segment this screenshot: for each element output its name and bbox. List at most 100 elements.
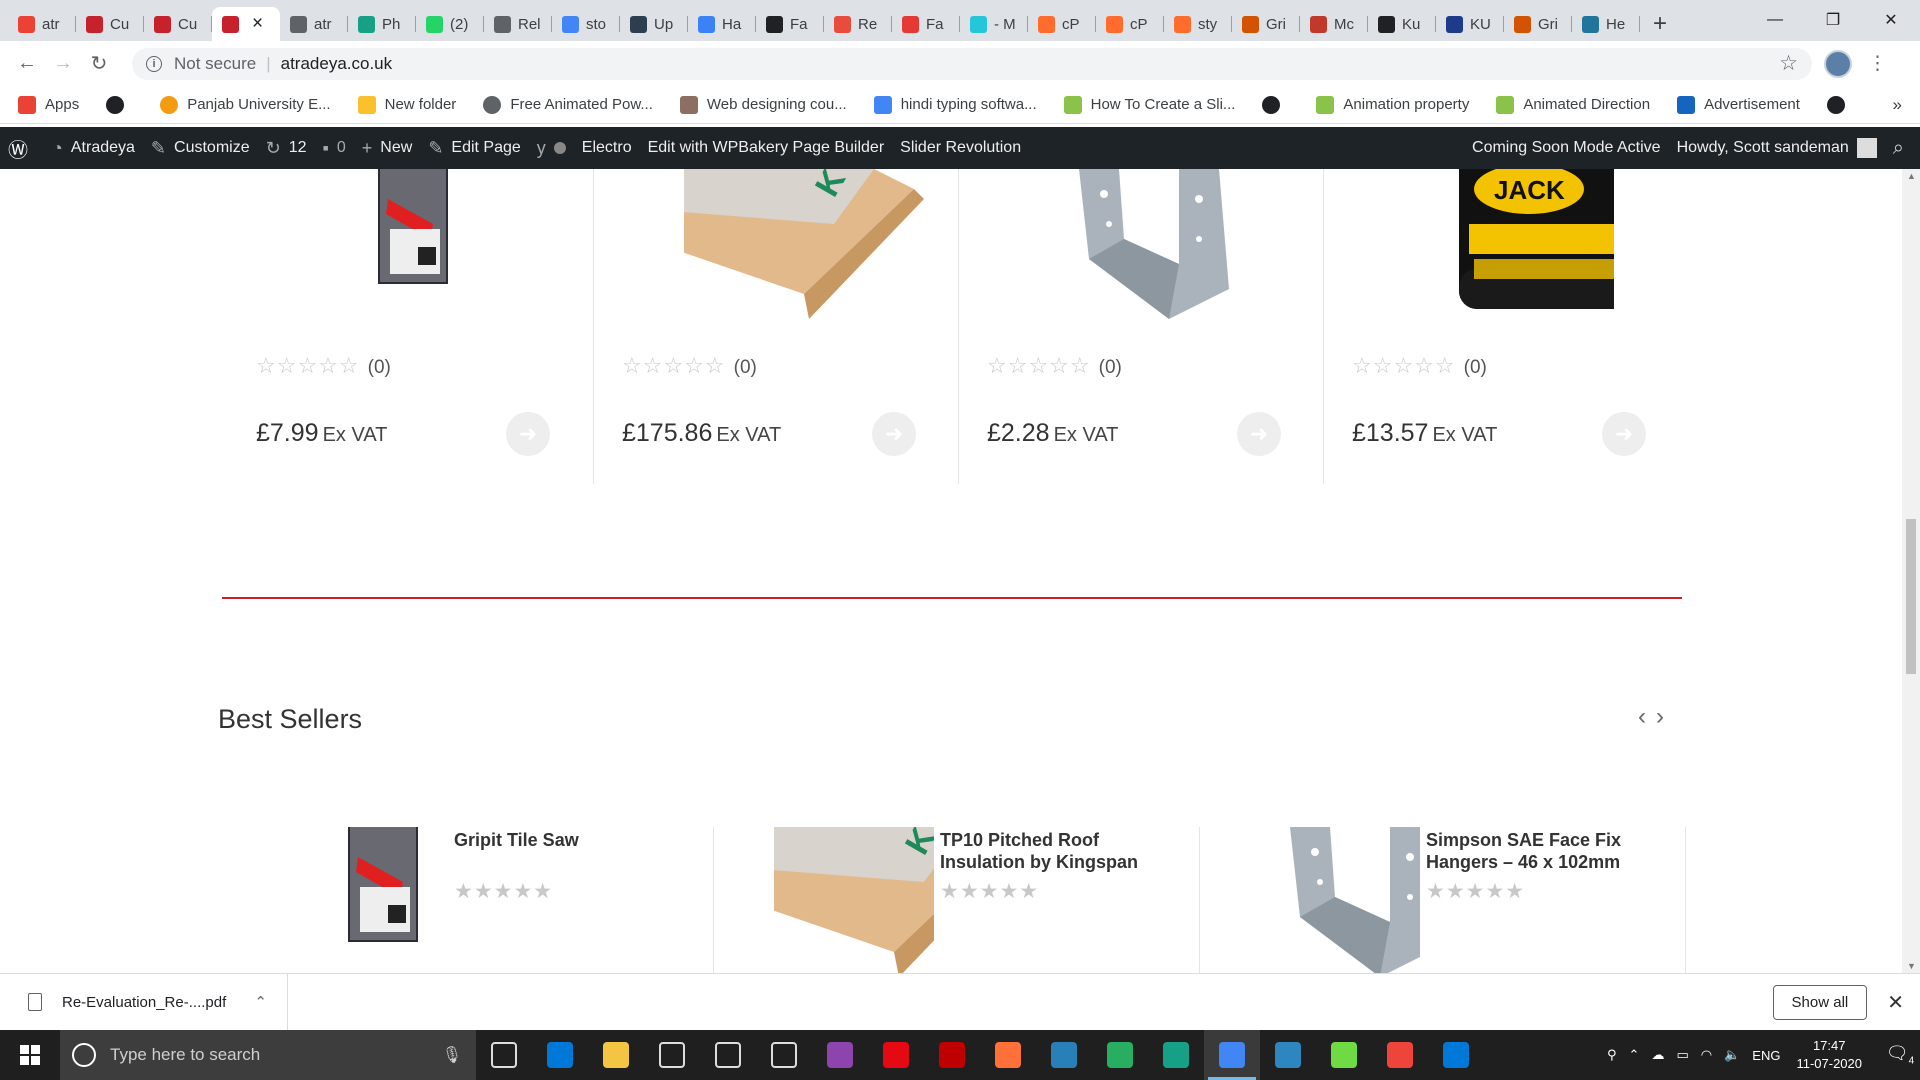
chrome-icon[interactable] — [1204, 1030, 1260, 1080]
browser-tab[interactable]: Fa — [892, 7, 960, 41]
carousel-next-icon[interactable]: › — [1656, 703, 1674, 730]
volume-icon[interactable]: 🔈 — [1724, 1047, 1740, 1063]
close-window-icon[interactable]: ✕ — [1862, 0, 1920, 40]
browser-tab[interactable]: KU — [1436, 7, 1504, 41]
best-seller-image[interactable] — [288, 827, 448, 973]
yoast-icon[interactable]: y — [529, 127, 574, 169]
product-image[interactable]: K — [644, 169, 924, 319]
minimize-icon[interactable]: — — [1746, 0, 1804, 40]
wp-new-link[interactable]: + New — [354, 127, 421, 169]
wordpress-logo-icon[interactable]: Ⓦ — [0, 127, 44, 169]
browser-tab[interactable]: cP — [1028, 7, 1096, 41]
reload-icon[interactable]: ↻ — [82, 47, 116, 81]
best-seller-name[interactable]: TP10 Pitched Roof Insulation by Kingspan — [940, 829, 1180, 873]
app4-icon[interactable] — [1260, 1030, 1316, 1080]
browser-tab[interactable]: cP — [1096, 7, 1164, 41]
show-all-button[interactable]: Show all — [1772, 984, 1868, 1020]
browser-tab[interactable]: (2) — [416, 7, 484, 41]
search-icon[interactable]: ⌕ — [1885, 127, 1920, 169]
profile-avatar[interactable] — [1824, 49, 1852, 78]
bookmark-item[interactable]: Free Animated Pow... — [483, 95, 653, 114]
microphone-icon[interactable]: 🎙 — [442, 1045, 462, 1065]
notification-center-icon[interactable]: 🗨4 — [1880, 1043, 1920, 1067]
app2-icon[interactable] — [1092, 1030, 1148, 1080]
wp-theme-link[interactable]: Electro — [574, 127, 640, 169]
browser-tab[interactable]: Ha — [688, 7, 756, 41]
filezilla-icon[interactable] — [924, 1030, 980, 1080]
bookmark-item[interactable] — [1826, 95, 1854, 114]
maximize-icon[interactable]: ❐ — [1804, 0, 1862, 40]
carousel-prev-icon[interactable]: ‹ — [1638, 703, 1656, 730]
back-icon[interactable]: ← — [10, 47, 44, 81]
scroll-down-icon[interactable]: ▼ — [1907, 961, 1916, 971]
best-seller-image[interactable] — [1260, 827, 1420, 973]
bookmark-item[interactable] — [106, 95, 133, 114]
file-explorer-icon[interactable] — [588, 1030, 644, 1080]
add-to-cart-arrow-icon[interactable]: ➜ — [872, 412, 916, 456]
product-image[interactable] — [318, 169, 498, 319]
add-to-cart-arrow-icon[interactable]: ➜ — [506, 412, 550, 456]
browser-tab[interactable]: sty — [1164, 7, 1232, 41]
browser-tab[interactable]: Ku — [1368, 7, 1436, 41]
show-hidden-icon[interactable]: ⌃ — [1629, 1047, 1640, 1063]
dropbox-icon[interactable] — [644, 1030, 700, 1080]
browser-tab[interactable]: Gri — [1232, 7, 1300, 41]
forward-icon[interactable]: → — [46, 47, 80, 81]
start-button[interactable] — [0, 1030, 60, 1080]
wifi-icon[interactable]: ◠ — [1701, 1047, 1712, 1063]
task-view-icon[interactable] — [476, 1030, 532, 1080]
anydesk-icon[interactable] — [1372, 1030, 1428, 1080]
bookmark-item[interactable] — [1262, 95, 1289, 114]
bookmark-item[interactable]: Animated Direction — [1496, 95, 1650, 114]
new-tab-button[interactable]: + — [1640, 7, 1680, 41]
wp-wpbakery-link[interactable]: Edit with WPBakery Page Builder — [640, 127, 893, 169]
coming-soon-link[interactable]: Coming Soon Mode Active — [1464, 127, 1669, 169]
store-icon[interactable] — [756, 1030, 812, 1080]
browser-tab[interactable]: Ph — [348, 7, 416, 41]
wp-customize-link[interactable]: ✎ Customize — [143, 127, 258, 169]
best-seller-image[interactable]: K — [774, 827, 934, 973]
product-image[interactable] — [1049, 169, 1229, 319]
bookmark-item[interactable]: Apps — [18, 95, 79, 114]
browser-tab[interactable]: He — [1572, 7, 1640, 41]
browser-tab[interactable]: atr — [280, 7, 348, 41]
browser-tab[interactable]: - M — [960, 7, 1028, 41]
person-icon[interactable]: ⚲ — [1607, 1047, 1617, 1063]
cloud-icon[interactable]: ☁ — [1651, 1047, 1664, 1063]
browser-tab[interactable]: Cu — [76, 7, 144, 41]
product-image[interactable]: JACK — [1414, 169, 1644, 319]
bookmark-item[interactable]: hindi typing softwa... — [873, 95, 1037, 114]
add-to-cart-arrow-icon[interactable]: ➜ — [1237, 412, 1281, 456]
browser-tab[interactable]: Cu — [144, 7, 212, 41]
app3-icon[interactable] — [1148, 1030, 1204, 1080]
firefox-icon[interactable] — [980, 1030, 1036, 1080]
bookmark-item[interactable]: Animation property — [1316, 95, 1469, 114]
download-item[interactable]: Re-Evaluation_Re-....pdf ⌃ — [0, 973, 288, 1031]
wp-updates-link[interactable]: ↻ 12 — [258, 127, 315, 169]
browser-tab[interactable]: atr — [8, 7, 76, 41]
bookmark-star-icon[interactable]: ☆ — [1779, 51, 1798, 76]
winrar-icon[interactable] — [812, 1030, 868, 1080]
browser-tab[interactable]: Fa — [756, 7, 824, 41]
browser-tab[interactable]: Gri — [1504, 7, 1572, 41]
browser-tab[interactable]: × — [212, 7, 280, 41]
browser-tab[interactable]: Re — [824, 7, 892, 41]
language-indicator[interactable]: ENG — [1752, 1048, 1780, 1063]
clock[interactable]: 17:47 11-07-2020 — [1796, 1037, 1862, 1073]
browser-tab[interactable]: Mc — [1300, 7, 1368, 41]
bookmark-item[interactable]: New folder — [357, 95, 456, 114]
bookmark-item[interactable]: How To Create a Sli... — [1063, 95, 1235, 114]
edge-icon[interactable] — [532, 1030, 588, 1080]
wp-comments-link[interactable]: ▪ 0 — [314, 127, 353, 169]
page-scrollbar[interactable]: ▲ ▼ — [1902, 169, 1920, 973]
info-icon[interactable]: i — [146, 55, 162, 72]
more-bookmarks-icon[interactable]: » — [1893, 95, 1902, 115]
upwork-icon[interactable] — [1316, 1030, 1372, 1080]
battery-icon[interactable]: ▭ — [1676, 1047, 1688, 1063]
bookmark-item[interactable]: Advertisement — [1677, 95, 1800, 114]
taskbar-search[interactable]: Type here to search 🎙 — [60, 1030, 476, 1080]
close-tab-icon[interactable]: × — [252, 13, 263, 35]
bookmark-item[interactable]: Panjab University E... — [160, 95, 331, 114]
browser-tab[interactable]: Up — [620, 7, 688, 41]
scrollbar-thumb[interactable] — [1906, 519, 1916, 674]
